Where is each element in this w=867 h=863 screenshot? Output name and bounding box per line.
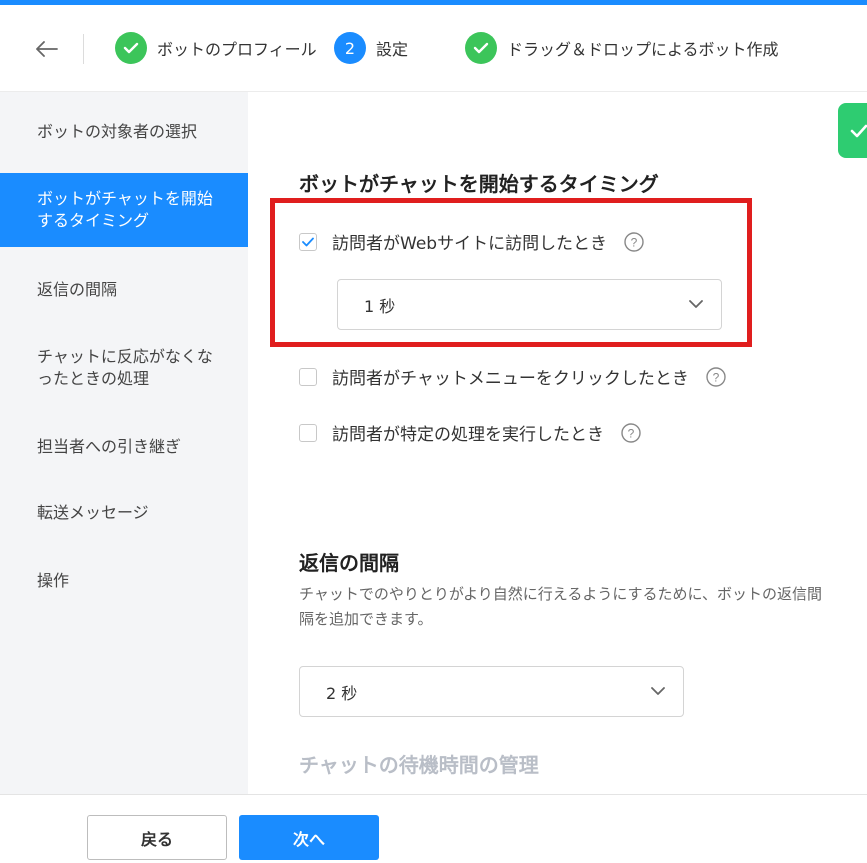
help-icon[interactable]: ? [621, 422, 641, 443]
arrow-left-icon [36, 41, 58, 57]
sidebar: ボットの対象者の選択 ボットがチャットを開始するタイミング 返信の間隔 チャット… [0, 92, 248, 794]
checkbox-unchecked[interactable] [299, 423, 317, 442]
help-icon[interactable]: ? [624, 231, 644, 252]
svg-text:?: ? [631, 235, 638, 249]
step-label: 設定 [376, 40, 409, 59]
svg-text:?: ? [628, 426, 635, 440]
option-label: 訪問者がチャットメニューをクリックしたとき [332, 369, 689, 389]
back-arrow-button[interactable] [30, 32, 64, 66]
check-icon [473, 42, 489, 54]
check-icon [302, 237, 314, 246]
option-specific-action[interactable]: 訪問者が特定の処理を実行したとき ? [299, 420, 641, 445]
sidebar-item-target-audience[interactable]: ボットの対象者の選択 [0, 121, 248, 143]
side-panel-toggle[interactable] [838, 103, 867, 158]
check-icon [123, 42, 139, 54]
step-label: ボットのプロフィール [157, 40, 317, 59]
sidebar-item-actions[interactable]: 操作 [0, 570, 248, 592]
timing-section-title: ボットがチャットを開始するタイミング [299, 172, 659, 196]
delay-select-value: 1 秒 [364, 296, 396, 316]
sidebar-item-start-timing[interactable]: ボットがチャットを開始するタイミング [0, 173, 248, 247]
step-number-circle: 2 [334, 32, 366, 64]
main-content: ボットがチャットを開始するタイミング 訪問者がWebサイトに訪問したとき ? 1… [248, 92, 867, 794]
svg-text:?: ? [713, 370, 720, 384]
option-label: 訪問者が特定の処理を実行したとき [332, 425, 604, 445]
sidebar-item-transfer-message[interactable]: 転送メッセージ [0, 502, 248, 524]
step-label: ドラッグ＆ドロップによるボット作成 [507, 40, 779, 59]
check-icon [850, 124, 867, 137]
chevron-down-icon [651, 687, 665, 695]
interval-select-value: 2 秒 [326, 683, 358, 703]
reply-interval-description: チャットでのやりとりがより自然に行えるようにするために、ボットの返信間隔を追加で… [299, 585, 823, 628]
header-divider [83, 34, 84, 64]
checkbox-unchecked[interactable] [299, 367, 317, 386]
sidebar-item-handoff[interactable]: 担当者への引き継ぎ [0, 436, 248, 458]
back-button[interactable]: 戻る [87, 815, 227, 860]
interval-select[interactable]: 2 秒 [299, 666, 684, 717]
option-label: 訪問者がWebサイトに訪問したとき [332, 234, 608, 254]
option-website-visit[interactable]: 訪問者がWebサイトに訪問したとき ? [299, 229, 644, 254]
step-settings[interactable]: 2 設定 [334, 30, 408, 66]
header: ボットのプロフィール 2 設定 ドラッグ＆ドロップによるボット作成 [0, 5, 867, 92]
step-done-circle [465, 32, 497, 64]
step-drag-drop[interactable]: ドラッグ＆ドロップによるボット作成 [465, 30, 779, 66]
reply-interval-title: 返信の間隔 [299, 551, 399, 575]
next-button[interactable]: 次へ [239, 815, 379, 860]
help-icon[interactable]: ? [706, 366, 726, 387]
step-done-circle [115, 32, 147, 64]
chevron-down-icon [689, 300, 703, 308]
wait-time-title: チャットの待機時間の管理 [299, 753, 539, 777]
sidebar-item-no-response[interactable]: チャットに反応がなくなったときの処理 [0, 346, 248, 390]
footer: 戻る 次へ [0, 794, 867, 863]
delay-select[interactable]: 1 秒 [337, 279, 722, 330]
checkbox-checked[interactable] [299, 232, 317, 251]
step-bot-profile[interactable]: ボットのプロフィール [115, 30, 317, 66]
option-chat-menu-click[interactable]: 訪問者がチャットメニューをクリックしたとき ? [299, 364, 726, 389]
sidebar-item-reply-interval[interactable]: 返信の間隔 [0, 279, 248, 301]
